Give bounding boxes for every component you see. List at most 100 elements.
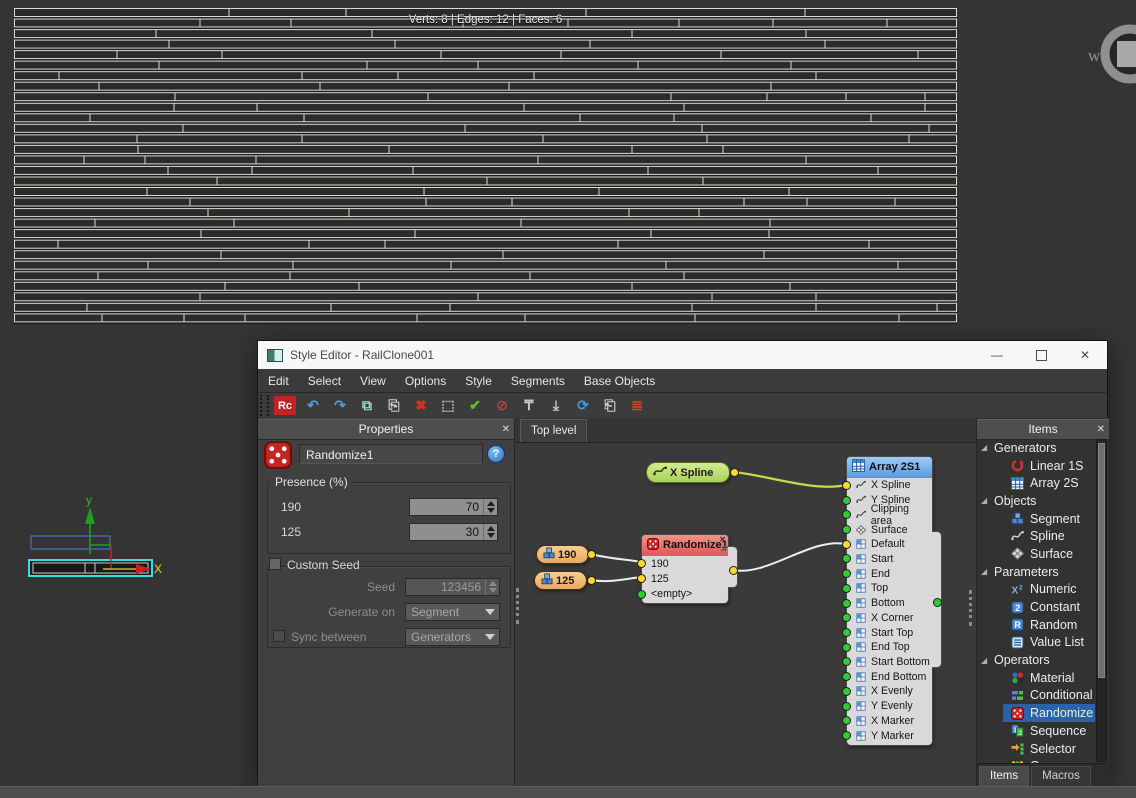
- input-port-green[interactable]: [842, 701, 851, 711]
- array-output-port[interactable]: [932, 597, 942, 607]
- node-close-icon[interactable]: ✕: [719, 536, 726, 544]
- node-array-2s1[interactable]: Array 2S1 X Spline Y Spline Clipping are…: [842, 456, 933, 746]
- tree-item-sequence[interactable]: 1 2 Sequence: [977, 722, 1097, 740]
- menu-segments[interactable]: Segments: [511, 374, 565, 388]
- input-port-green[interactable]: [842, 672, 851, 682]
- build-check-icon[interactable]: ✔: [465, 396, 485, 415]
- randomize-node-header[interactable]: Randomize1 ✕ ◢: [642, 535, 728, 556]
- tab-macros[interactable]: Macros: [1031, 766, 1091, 786]
- export-icon[interactable]: ⎗: [600, 396, 620, 415]
- collapse-arrow-icon[interactable]: ◢: [981, 656, 987, 665]
- menu-view[interactable]: View: [360, 374, 386, 388]
- node-value-125[interactable]: 125: [534, 571, 587, 590]
- sync-between-dropdown[interactable]: Generators: [405, 628, 500, 646]
- tree-item-selector[interactable]: Selector: [977, 740, 1097, 758]
- tree-item-conditional[interactable]: Conditional: [977, 687, 1097, 705]
- right-splitter-grip[interactable]: [969, 590, 975, 626]
- menu-edit[interactable]: Edit: [268, 374, 289, 388]
- collapse-top-icon[interactable]: ₸: [519, 396, 539, 415]
- node-x-spline[interactable]: X Spline: [646, 462, 730, 483]
- maximize-button[interactable]: [1019, 341, 1063, 369]
- tree-item-randomize[interactable]: Randomize: [977, 704, 1097, 722]
- input-port-yellow[interactable]: [637, 559, 646, 569]
- input-port-green[interactable]: [842, 554, 851, 564]
- tree-item-constant[interactable]: 2 Constant: [977, 598, 1097, 616]
- ghost-segment-icon[interactable]: ⬚: [438, 396, 458, 415]
- tree-group-parameters[interactable]: ◢ Parameters: [977, 563, 1097, 581]
- tree-item-random[interactable]: R Random: [977, 616, 1097, 634]
- input-port-green[interactable]: [842, 569, 851, 579]
- input-port-green[interactable]: [842, 716, 851, 726]
- delete-icon[interactable]: ✖: [411, 396, 431, 415]
- input-port-green[interactable]: [842, 510, 851, 520]
- custom-seed-checkbox[interactable]: [269, 558, 281, 570]
- value190-output-port[interactable]: [586, 549, 596, 559]
- input-port-green[interactable]: [842, 657, 851, 667]
- tree-item-numeric[interactable]: X 2 Numeric: [977, 581, 1097, 599]
- undo-icon[interactable]: ↶: [303, 396, 323, 415]
- help-button[interactable]: ?: [487, 445, 505, 463]
- menu-select[interactable]: Select: [308, 374, 341, 388]
- array-node-header[interactable]: Array 2S1: [847, 457, 932, 478]
- node-editor[interactable]: Top level X Spline 190 125 Randomize1 ✕ …: [515, 418, 976, 786]
- tab-items[interactable]: Items: [979, 766, 1030, 786]
- input-port-green[interactable]: [637, 589, 646, 599]
- input-port-green[interactable]: [842, 525, 851, 535]
- paste-icon[interactable]: ⎘: [384, 396, 404, 415]
- toolbar-grip[interactable]: [260, 395, 269, 416]
- node-randomize[interactable]: Randomize1 ✕ ◢ 190 125 <empty>: [637, 534, 729, 604]
- sync-between-checkbox[interactable]: [273, 630, 285, 642]
- input-port-green[interactable]: [842, 628, 851, 638]
- input-port-green[interactable]: [842, 598, 851, 608]
- collapse-arrow-icon[interactable]: ◢: [981, 496, 987, 505]
- update-box-icon[interactable]: ⤓: [546, 396, 566, 415]
- window-titlebar[interactable]: Style Editor - RailClone001 — ✕: [258, 341, 1107, 369]
- menu-options[interactable]: Options: [405, 374, 446, 388]
- tree-item-material[interactable]: Material: [977, 669, 1097, 687]
- input-port-green[interactable]: [842, 613, 851, 623]
- auto-build-off-icon[interactable]: ⊘: [492, 396, 512, 415]
- presence-spinner[interactable]: 30: [409, 523, 498, 541]
- value125-output-port[interactable]: [586, 575, 596, 585]
- tree-item-surface[interactable]: Surface: [977, 545, 1097, 563]
- input-port-yellow[interactable]: [637, 574, 646, 584]
- input-port-yellow[interactable]: [842, 480, 851, 490]
- generate-on-dropdown[interactable]: Segment: [405, 603, 500, 621]
- menu-style[interactable]: Style: [465, 374, 492, 388]
- input-port-green[interactable]: [842, 583, 851, 593]
- node-value-190[interactable]: 190: [536, 545, 589, 564]
- seed-spinner[interactable]: 123456: [405, 578, 500, 596]
- close-button[interactable]: ✕: [1063, 341, 1107, 369]
- minimize-button[interactable]: —: [975, 341, 1019, 369]
- tree-item-segment[interactable]: Segment: [977, 510, 1097, 528]
- tree-item-array-2s[interactable]: Array 2S: [977, 474, 1097, 492]
- presence-spinner[interactable]: 70: [409, 498, 498, 516]
- randomize-output-port[interactable]: [728, 565, 738, 575]
- input-port-green[interactable]: [842, 495, 851, 505]
- refresh-icon[interactable]: ⟳: [573, 396, 593, 415]
- scrollbar-thumb[interactable]: [1098, 443, 1105, 678]
- left-splitter-grip[interactable]: [516, 588, 522, 624]
- notes-icon[interactable]: ≣: [627, 396, 647, 415]
- input-port-green[interactable]: [842, 731, 851, 741]
- input-port-green[interactable]: [842, 686, 851, 696]
- tree-group-generators[interactable]: ◢ Generators: [977, 439, 1097, 457]
- properties-close-icon[interactable]: ✕: [502, 423, 510, 436]
- input-port-yellow[interactable]: [842, 539, 851, 549]
- node-collapse-icon[interactable]: ◢: [721, 545, 726, 552]
- railclone-logo-icon[interactable]: Rc: [274, 396, 296, 415]
- collapse-arrow-icon[interactable]: ◢: [981, 567, 987, 576]
- items-close-icon[interactable]: ✕: [1097, 423, 1105, 436]
- tree-group-objects[interactable]: ◢ Objects: [977, 492, 1097, 510]
- tree-item-value-list[interactable]: Value List: [977, 634, 1097, 652]
- collapse-arrow-icon[interactable]: ◢: [981, 443, 987, 452]
- input-port-green[interactable]: [842, 642, 851, 652]
- menu-base-objects[interactable]: Base Objects: [584, 374, 655, 388]
- tree-item-linear-1s[interactable]: Linear 1S: [977, 457, 1097, 475]
- copy-icon[interactable]: ⧉: [357, 396, 377, 415]
- redo-icon[interactable]: ↷: [330, 396, 350, 415]
- items-scrollbar[interactable]: [1096, 439, 1107, 762]
- tree-item-spline[interactable]: Spline: [977, 527, 1097, 545]
- node-name-field[interactable]: Randomize1: [299, 444, 483, 464]
- tree-group-operators[interactable]: ◢ Operators: [977, 651, 1097, 669]
